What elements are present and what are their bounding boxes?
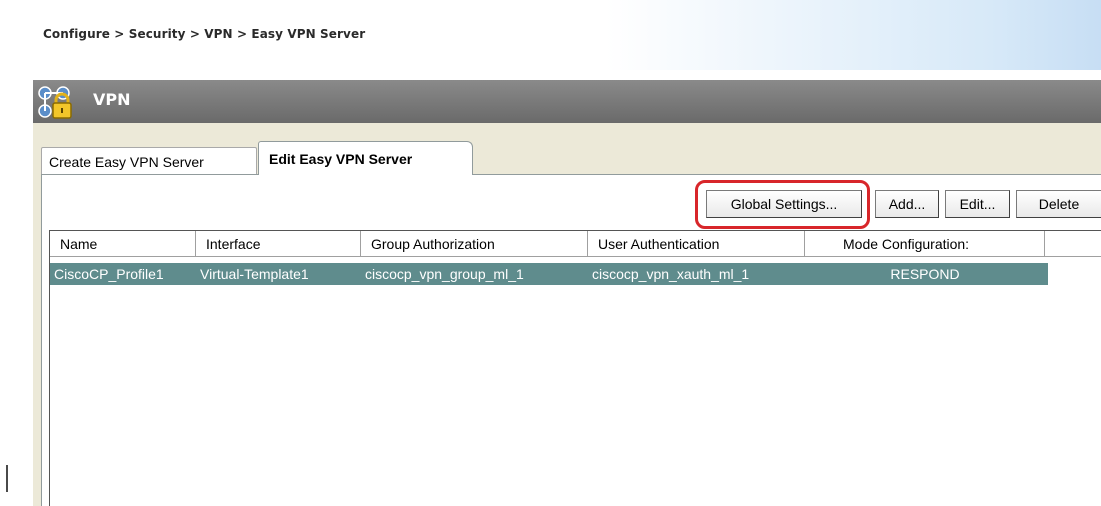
add-button[interactable]: Add... xyxy=(875,190,939,218)
column-header-interface[interactable]: Interface xyxy=(196,231,361,257)
breadcrumb-bar: Configure > Security > VPN > Easy VPN Se… xyxy=(0,0,1101,70)
column-header-user-authentication[interactable]: User Authentication xyxy=(588,231,805,257)
edit-button[interactable]: Edit... xyxy=(945,190,1010,218)
cell-group-authorization: ciscocp_vpn_group_ml_1 xyxy=(365,266,524,282)
column-header-name[interactable]: Name xyxy=(50,231,196,257)
tab-create-easy-vpn-server[interactable]: Create Easy VPN Server xyxy=(41,147,257,174)
vpn-header: VPN xyxy=(33,80,1101,123)
cell-interface: Virtual-Template1 xyxy=(200,266,309,282)
cell-user-authentication: ciscocp_vpn_xauth_ml_1 xyxy=(592,266,750,282)
cell-mode-configuration: RESPOND xyxy=(890,266,960,282)
column-header-group-authorization[interactable]: Group Authorization xyxy=(361,231,588,257)
vpn-lock-icon xyxy=(36,84,76,120)
global-settings-highlight xyxy=(695,180,870,229)
column-header-mode-configuration[interactable]: Mode Configuration: xyxy=(805,231,1045,257)
window-edge xyxy=(6,465,8,492)
page-title: VPN xyxy=(93,90,131,109)
cell-name: CiscoCP_Profile1 xyxy=(54,266,164,282)
column-header-filler xyxy=(1045,231,1101,257)
delete-button[interactable]: Delete xyxy=(1016,190,1101,218)
breadcrumb: Configure > Security > VPN > Easy VPN Se… xyxy=(43,27,366,41)
tab-edit-easy-vpn-server[interactable]: Edit Easy VPN Server xyxy=(258,141,473,175)
